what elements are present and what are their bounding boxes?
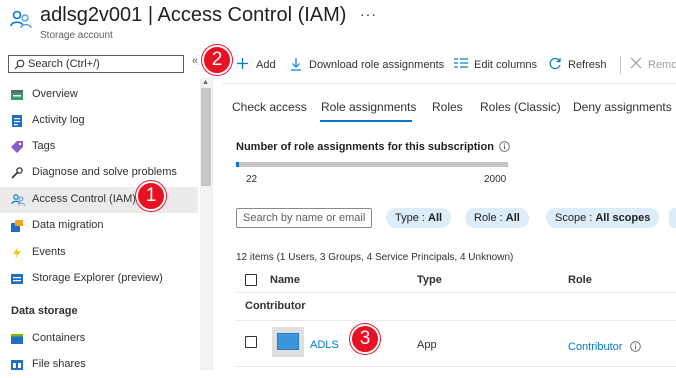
more-options-button[interactable]: ··· xyxy=(360,6,377,22)
assignment-count-fill xyxy=(236,162,239,167)
scope-filter-pill[interactable]: Scope : All scopes xyxy=(546,208,660,228)
column-header-name[interactable]: Name xyxy=(270,274,300,286)
assignment-count-title: Number of role assignments for this subs… xyxy=(236,141,494,153)
tab-role-assignments[interactable]: Role assignments xyxy=(321,100,416,114)
people-icon xyxy=(11,194,25,206)
edit-columns-icon xyxy=(454,58,468,68)
nav-item-tags[interactable]: Tags xyxy=(0,134,198,160)
remove-button[interactable]: Remo xyxy=(630,56,676,74)
resource-name: adlsg2v001 xyxy=(40,4,143,26)
page-name: Access Control (IAM) xyxy=(157,4,347,26)
assignment-search-box[interactable] xyxy=(236,208,372,228)
nav-item-access-control[interactable]: Access Control (IAM) xyxy=(0,187,198,213)
role-filter-pill[interactable]: Role : All xyxy=(465,208,529,228)
wrench-icon xyxy=(11,167,23,179)
refresh-icon xyxy=(549,57,561,70)
assignment-count-max: 2000 xyxy=(484,174,507,185)
tag-icon xyxy=(11,141,23,153)
assignment-count-current: 22 xyxy=(246,174,258,185)
column-header-role[interactable]: Role xyxy=(568,274,592,286)
nav-item-storage-explorer[interactable]: Storage Explorer (preview) xyxy=(0,266,198,292)
title-separator: | xyxy=(147,4,154,26)
tab-check-access[interactable]: Check access xyxy=(232,100,307,114)
nav-search-box[interactable] xyxy=(8,55,184,73)
assignment-count-track xyxy=(236,162,508,167)
page-title: adlsg2v001 | Access Control (IAM) xyxy=(40,4,346,27)
search-icon xyxy=(14,59,25,70)
nav-item-diagnose[interactable]: Diagnose and solve problems xyxy=(0,160,198,186)
nav-divider xyxy=(212,52,213,370)
people-icon xyxy=(10,10,32,29)
plus-icon xyxy=(237,58,248,69)
role-info-icon[interactable] xyxy=(630,341,641,352)
callout-badge-2: 2 xyxy=(202,45,232,75)
containers-icon xyxy=(11,333,23,345)
callout-badge-1: 1 xyxy=(136,181,166,211)
nav-section-data-storage: Data storage xyxy=(11,305,78,317)
storage-explorer-icon xyxy=(11,273,23,285)
nav-scrollbar-thumb[interactable] xyxy=(201,88,211,186)
activity-log-icon xyxy=(11,115,23,127)
select-all-checkbox[interactable] xyxy=(245,274,257,286)
nav-item-activity-log[interactable]: Activity log xyxy=(0,108,198,134)
header-divider xyxy=(236,292,676,293)
row-role-link[interactable]: Contributor xyxy=(568,341,622,353)
assignment-search-input[interactable] xyxy=(243,211,367,225)
file-shares-icon xyxy=(11,359,23,371)
collapse-nav-button[interactable]: « xyxy=(192,55,202,73)
type-filter-pill[interactable]: Type : All xyxy=(386,208,452,228)
row-checkbox[interactable] xyxy=(245,336,257,348)
items-summary: 12 items (1 Users, 3 Groups, 4 Service P… xyxy=(236,252,514,263)
download-role-assignments-button[interactable]: Download role assignments xyxy=(290,56,444,74)
tab-roles-classic[interactable]: Roles (Classic) xyxy=(480,100,561,114)
row-name-link[interactable]: ADLS xyxy=(310,339,339,351)
close-icon xyxy=(630,57,642,69)
nav-item-file-shares[interactable]: File shares xyxy=(0,352,198,378)
info-icon[interactable] xyxy=(499,141,510,152)
page-subtitle: Storage account xyxy=(40,30,113,41)
nav-item-containers[interactable]: Containers xyxy=(0,326,198,352)
callout-badge-3: 3 xyxy=(350,324,380,354)
command-bar-divider xyxy=(222,83,676,84)
command-separator xyxy=(620,56,621,74)
resource-icon xyxy=(10,10,32,30)
add-button[interactable]: Add xyxy=(236,56,278,74)
column-header-type[interactable]: Type xyxy=(417,274,442,286)
download-icon xyxy=(291,58,301,71)
more-filters-pill[interactable] xyxy=(669,208,676,228)
nav-item-data-migration[interactable]: Data migration xyxy=(0,213,198,239)
edit-columns-button[interactable]: Edit columns xyxy=(454,56,538,74)
nav-search-input[interactable] xyxy=(28,57,178,71)
row-type: App xyxy=(417,339,437,351)
lightning-icon xyxy=(11,247,23,259)
app-icon xyxy=(272,327,304,357)
tab-deny-assignments[interactable]: Deny assignments xyxy=(573,100,672,114)
nav-item-events[interactable]: Events xyxy=(0,240,198,266)
data-migration-icon xyxy=(11,220,23,232)
row-divider xyxy=(236,366,676,367)
active-tab-indicator xyxy=(320,120,412,122)
overview-icon xyxy=(11,89,23,101)
refresh-button[interactable]: Refresh xyxy=(548,56,608,74)
nav-item-overview[interactable]: Overview xyxy=(0,82,198,108)
tab-roles[interactable]: Roles xyxy=(432,100,463,114)
group-label-contributor: Contributor xyxy=(245,300,306,312)
scroll-up-arrow-icon[interactable]: ▲ xyxy=(202,79,209,86)
